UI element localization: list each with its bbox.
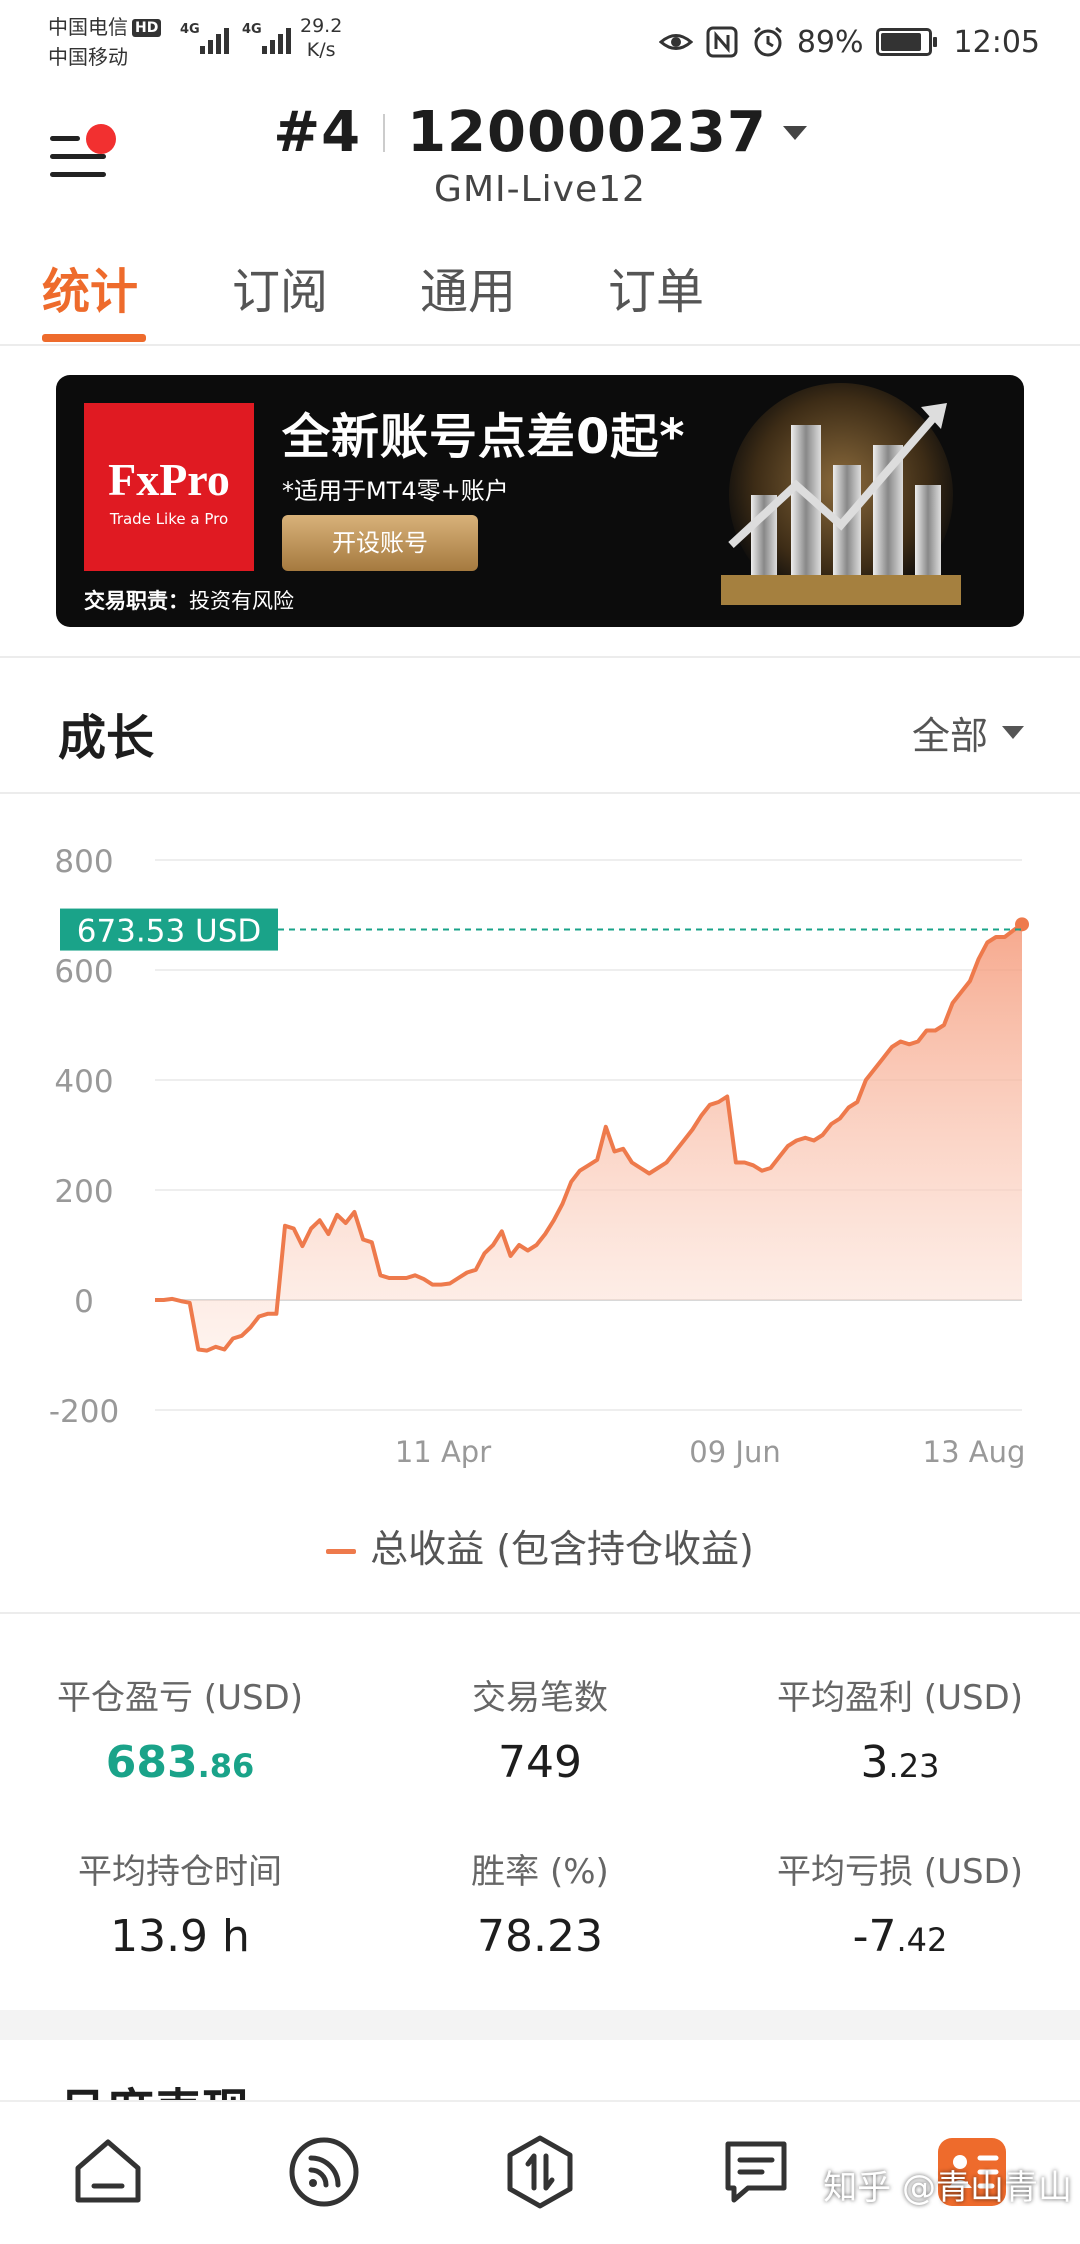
stat-value: -7.42	[720, 1911, 1080, 1962]
stat-value-dec: .23	[888, 1747, 940, 1785]
y-tick-label: 0	[74, 1284, 94, 1320]
open-account-button[interactable]: 开设账号	[282, 515, 478, 571]
stat-value: 3.23	[720, 1737, 1080, 1788]
stat-avg-profit: 平均盈利 (USD) 3.23	[720, 1670, 1080, 1788]
stat-label: 胜率 (%)	[471, 1852, 609, 1892]
active-tab-indicator	[42, 334, 146, 342]
news-icon[interactable]	[716, 2132, 796, 2212]
stat-trades: 交易笔数 749	[360, 1670, 720, 1788]
growth-chart-svg: 800 600 400 200 0 -200 673.53 USD 11 Apr 09 Jun 1…	[49, 844, 1029, 1469]
stat-value-int: -7	[852, 1911, 897, 1962]
period-filter-value: 全部	[911, 714, 988, 758]
watermark-text: 知乎 @青山青山	[823, 2168, 1072, 2208]
stat-value: 13.9 h	[110, 1911, 250, 1962]
stat-label: 平均盈利 (USD)	[777, 1678, 1023, 1718]
x-tick-label: 13 Aug	[923, 1435, 1026, 1469]
app-header: #4 120000237 GMI-Live12	[0, 84, 1080, 234]
period-filter-dropdown[interactable]: 全部	[912, 705, 1024, 760]
account-number: 120000237	[407, 100, 767, 165]
stat-label: 交易笔数	[472, 1678, 608, 1718]
tab-subscriptions[interactable]: 订阅	[232, 252, 328, 322]
stats-grid: 平仓盈亏 (USD) 683.86 交易笔数 749 平均盈利 (USD) 3.…	[0, 1612, 1080, 1992]
stat-value: 749	[498, 1737, 582, 1788]
y-tick-label: 600	[54, 954, 113, 990]
home-icon[interactable]	[68, 2132, 148, 2212]
banner-title: 全新账号点差0起*	[282, 409, 686, 465]
x-tick-label: 09 Jun	[689, 1435, 780, 1469]
account-index: #4	[273, 100, 362, 165]
fxpro-logo: FxPro Trade Like a Pro	[84, 403, 254, 571]
y-tick-label: 400	[54, 1064, 113, 1100]
legend-label: 总收益 (包含持仓收益)	[370, 1527, 754, 1571]
stat-value: 78.23	[477, 1911, 603, 1962]
banner-subtitle: *适用于MT4零+账户	[282, 477, 509, 505]
growth-chart: 800 600 400 200 0 -200 673.53 USD 11 Apr 09 Jun 1…	[0, 820, 1080, 1480]
nfc-icon	[706, 26, 738, 58]
network-speed: 29.2 K/s	[300, 14, 342, 62]
carrier-1: 中国电信	[48, 15, 128, 39]
battery-percent: 89%	[796, 24, 864, 60]
speed-value: 29.2	[300, 15, 343, 37]
risk-text: 投资有风险	[189, 589, 294, 613]
signal-bars-icon	[200, 24, 230, 54]
hd-badge: HD	[132, 19, 162, 37]
speed-unit: K/s	[306, 39, 336, 61]
growth-title: 成长	[58, 710, 155, 766]
bar-chart-illustration-icon	[721, 383, 961, 607]
y-tick-label: -200	[49, 1394, 119, 1430]
stat-label: 平均亏损 (USD)	[777, 1852, 1023, 1892]
tab-bar: 统计 订阅 通用 订单	[0, 234, 1080, 346]
network-type-2: 4G	[242, 22, 262, 37]
signal-icon[interactable]	[284, 2132, 364, 2212]
chevron-down-icon	[782, 125, 807, 140]
tab-general[interactable]: 通用	[420, 252, 516, 322]
tab-orders[interactable]: 订单	[608, 252, 704, 322]
account-selector[interactable]: #4 120000237 GMI-Live12	[0, 100, 1080, 210]
clock: 12:05	[953, 24, 1040, 60]
stat-closed-pnl: 平仓盈亏 (USD) 683.86	[0, 1670, 360, 1788]
eye-icon	[658, 34, 693, 50]
network-type-1: 4G	[180, 22, 200, 37]
alarm-icon	[753, 26, 782, 57]
account-server: GMI-Live12	[434, 169, 646, 210]
stat-value-int: 683	[105, 1737, 198, 1788]
promo-banner[interactable]: FxPro Trade Like a Pro 全新账号点差0起* *适用于MT4…	[56, 375, 1024, 627]
current-value-label: 673.53 USD	[77, 914, 262, 950]
stat-label: 平均持仓时间	[78, 1852, 282, 1892]
section-divider	[0, 656, 1080, 658]
section-divider	[0, 792, 1080, 794]
logo-text: FxPro	[108, 454, 230, 505]
signal-bars-icon	[262, 24, 292, 54]
status-bar: 中国电信 HD 中国移动 4G 4G 29.2 K/s 89% 12:05	[0, 0, 1080, 84]
divider	[383, 113, 386, 152]
battery-icon	[875, 28, 937, 56]
logo-tagline: Trade Like a Pro	[109, 510, 229, 528]
chevron-down-icon	[1002, 726, 1024, 739]
series-area	[155, 924, 1022, 1351]
stat-avg-loss: 平均亏损 (USD) -7.42	[720, 1844, 1080, 1962]
stat-value: 683.86	[0, 1737, 360, 1788]
carrier-2: 中国移动	[48, 45, 128, 69]
carrier-info: 中国电信 HD 中国移动	[48, 12, 162, 72]
stat-value-dec: .42	[896, 1921, 948, 1959]
stat-label: 平仓盈亏 (USD)	[57, 1678, 303, 1718]
y-tick-label: 200	[54, 1174, 113, 1210]
risk-label: 交易职责：	[84, 589, 189, 613]
risk-warning: 交易职责：投资有风险	[84, 585, 294, 615]
tab-statistics[interactable]: 统计	[42, 252, 138, 322]
chart-legend[interactable]: 总收益 (包含持仓收益)	[0, 1518, 1080, 1573]
y-tick-label: 800	[54, 844, 113, 880]
trade-icon[interactable]	[500, 2132, 580, 2212]
stat-value-dec: .86	[197, 1747, 255, 1785]
stat-win-rate: 胜率 (%) 78.23	[360, 1844, 720, 1962]
section-spacer	[0, 2010, 1080, 2040]
x-tick-label: 11 Apr	[395, 1435, 491, 1469]
legend-swatch	[326, 1549, 357, 1554]
stat-value-int: 3	[860, 1737, 889, 1788]
stat-avg-hold-time: 平均持仓时间 13.9 h	[0, 1844, 360, 1962]
